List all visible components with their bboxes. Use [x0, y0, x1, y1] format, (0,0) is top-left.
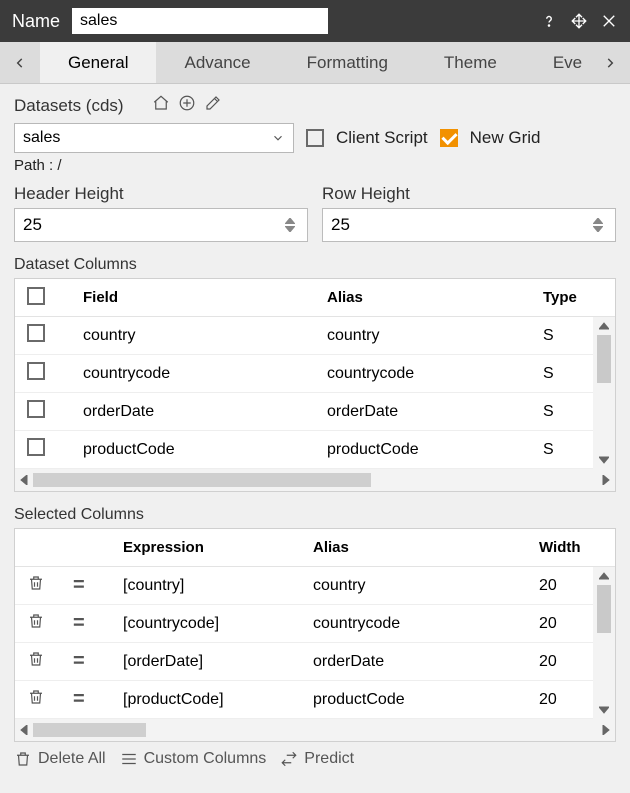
drag-handle-icon[interactable]: =	[73, 574, 123, 597]
home-icon[interactable]	[152, 94, 170, 117]
tab-strip: General Advance Formatting Theme Eve	[0, 42, 630, 84]
col-header-expression: Expression	[123, 539, 313, 556]
row-height-input[interactable]: 25	[322, 208, 616, 242]
tab-scroll-left[interactable]	[0, 42, 40, 83]
col-header-type: Type	[543, 289, 583, 306]
row-checkbox[interactable]	[27, 362, 45, 380]
tab-scroll-right[interactable]	[590, 42, 630, 83]
table-row[interactable]: = [productCode] productCode 20	[15, 681, 615, 719]
client-script-label: Client Script	[336, 128, 428, 148]
selected-columns-title: Selected Columns	[14, 506, 616, 524]
tab-theme[interactable]: Theme	[416, 42, 525, 83]
title-bar: Name	[0, 0, 630, 42]
edit-icon[interactable]	[204, 94, 222, 117]
datasets-header: Datasets (cds)	[14, 94, 616, 117]
row-checkbox[interactable]	[27, 438, 45, 456]
table-row[interactable]: productCode productCode S	[15, 431, 615, 469]
delete-row-icon[interactable]	[27, 650, 73, 673]
horizontal-scrollbar[interactable]	[15, 469, 615, 491]
name-label: Name	[12, 11, 60, 32]
drag-handle-icon[interactable]: =	[73, 612, 123, 635]
tab-general[interactable]: General	[40, 42, 156, 83]
dataset-path: Path : /	[14, 157, 616, 174]
delete-row-icon[interactable]	[27, 612, 73, 635]
tab-advance[interactable]: Advance	[156, 42, 278, 83]
dataset-columns-title: Dataset Columns	[14, 256, 616, 274]
dataset-select[interactable]: sales	[14, 123, 294, 153]
delete-row-icon[interactable]	[27, 574, 73, 597]
help-icon[interactable]	[540, 12, 558, 30]
selected-columns-grid: Expression Alias Width = [country] count…	[14, 528, 616, 742]
col-header-alias: Alias	[327, 289, 543, 306]
client-script-checkbox[interactable]	[306, 129, 324, 147]
header-height-label: Header Height	[14, 184, 308, 204]
datasets-label: Datasets (cds)	[14, 96, 124, 116]
vertical-scrollbar[interactable]	[593, 567, 615, 719]
tab-events[interactable]: Eve	[525, 42, 590, 83]
col-header-field: Field	[83, 289, 327, 306]
drag-handle-icon[interactable]: =	[73, 650, 123, 673]
horizontal-scrollbar[interactable]	[15, 719, 615, 741]
dataset-columns-grid: Field Alias Type country country S count…	[14, 278, 616, 492]
table-row[interactable]: countrycode countrycode S	[15, 355, 615, 393]
close-icon[interactable]	[600, 12, 618, 30]
vertical-scrollbar[interactable]	[593, 317, 615, 469]
datasets-row: sales Client Script New Grid	[14, 123, 616, 153]
row-checkbox[interactable]	[27, 400, 45, 418]
table-row[interactable]: country country S	[15, 317, 615, 355]
custom-columns-button[interactable]: Custom Columns	[120, 750, 267, 768]
add-icon[interactable]	[178, 94, 196, 117]
delete-all-button[interactable]: Delete All	[14, 750, 106, 768]
table-row[interactable]: = [orderDate] orderDate 20	[15, 643, 615, 681]
general-panel: Datasets (cds) sales Client Script New G…	[0, 84, 630, 742]
new-grid-checkbox[interactable]	[440, 129, 458, 147]
row-height-label: Row Height	[322, 184, 616, 204]
name-input[interactable]	[72, 8, 328, 34]
table-row[interactable]: = [country] country 20	[15, 567, 615, 605]
col-header-width: Width	[539, 539, 583, 556]
bottom-toolbar: Delete All Custom Columns Predict	[0, 742, 630, 776]
tab-formatting[interactable]: Formatting	[279, 42, 416, 83]
table-row[interactable]: = [countrycode] countrycode 20	[15, 605, 615, 643]
row-checkbox[interactable]	[27, 324, 45, 342]
table-row[interactable]: orderDate orderDate S	[15, 393, 615, 431]
new-grid-label: New Grid	[470, 128, 541, 148]
select-all-checkbox[interactable]	[27, 287, 45, 305]
drag-handle-icon[interactable]: =	[73, 688, 123, 711]
header-height-input[interactable]: 25	[14, 208, 308, 242]
predict-button[interactable]: Predict	[280, 750, 354, 768]
dataset-select-value: sales	[23, 129, 60, 147]
delete-row-icon[interactable]	[27, 688, 73, 711]
col-header-alias2: Alias	[313, 539, 539, 556]
move-icon[interactable]	[570, 12, 588, 30]
